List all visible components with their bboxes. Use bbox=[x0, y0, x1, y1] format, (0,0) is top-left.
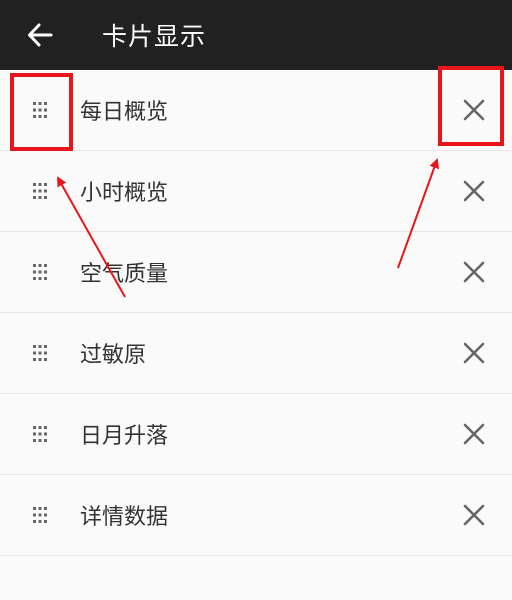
drag-handle[interactable] bbox=[0, 475, 80, 555]
page-title: 卡片显示 bbox=[102, 22, 207, 51]
drag-handle[interactable] bbox=[0, 151, 80, 231]
close-icon bbox=[463, 180, 485, 202]
card-label: 空气质量 bbox=[80, 262, 169, 287]
card-list: 每日概览 小时概览 空气质量 过敏原 日月升落 详情数据 bbox=[0, 70, 512, 556]
drag-handle[interactable] bbox=[0, 232, 80, 312]
remove-card-button[interactable] bbox=[440, 151, 508, 231]
back-button[interactable] bbox=[0, 0, 80, 70]
close-icon bbox=[463, 342, 485, 364]
remove-card-button[interactable] bbox=[440, 232, 508, 312]
drag-handle[interactable] bbox=[0, 313, 80, 393]
close-icon bbox=[463, 423, 485, 445]
remove-card-button[interactable] bbox=[440, 70, 508, 150]
card-label: 详情数据 bbox=[80, 505, 169, 530]
arrow-left-icon bbox=[28, 23, 53, 47]
close-icon bbox=[463, 504, 485, 526]
drag-handle-icon bbox=[33, 345, 47, 361]
drag-handle-icon bbox=[33, 102, 47, 118]
card-row-air-quality: 空气质量 bbox=[0, 232, 512, 313]
drag-handle-icon bbox=[33, 183, 47, 199]
close-icon bbox=[463, 261, 485, 283]
card-row-allergens: 过敏原 bbox=[0, 313, 512, 394]
remove-card-button[interactable] bbox=[440, 313, 508, 393]
remove-card-button[interactable] bbox=[440, 475, 508, 555]
card-label: 每日概览 bbox=[80, 100, 169, 125]
drag-handle[interactable] bbox=[0, 70, 80, 150]
remove-card-button[interactable] bbox=[440, 394, 508, 474]
app-bar: 卡片显示 bbox=[0, 0, 512, 70]
drag-handle-icon bbox=[33, 507, 47, 523]
drag-handle[interactable] bbox=[0, 394, 80, 474]
card-label: 过敏原 bbox=[80, 343, 147, 368]
card-row-hourly-overview: 小时概览 bbox=[0, 151, 512, 232]
drag-handle-icon bbox=[33, 426, 47, 442]
card-row-details: 详情数据 bbox=[0, 475, 512, 556]
close-icon bbox=[463, 99, 485, 121]
card-row-daily-overview: 每日概览 bbox=[0, 70, 512, 151]
drag-handle-icon bbox=[33, 264, 47, 280]
card-label: 日月升落 bbox=[80, 424, 169, 449]
card-row-sun-moon: 日月升落 bbox=[0, 394, 512, 475]
card-label: 小时概览 bbox=[80, 181, 169, 206]
